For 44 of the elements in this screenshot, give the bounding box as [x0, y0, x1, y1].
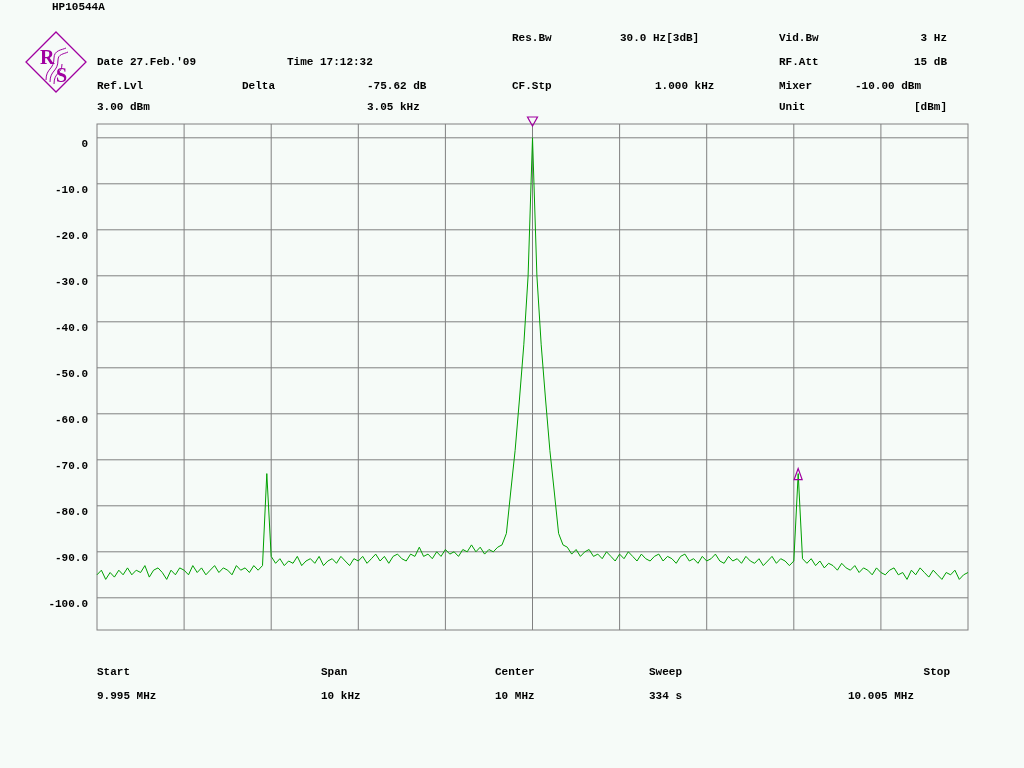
y-axis-label: -100.0	[48, 596, 88, 611]
ref-level-value: 3.00 dBm	[97, 101, 150, 113]
date-text: Date 27.Feb.'09	[97, 56, 197, 68]
footer-value: 334 s	[649, 690, 682, 702]
y-axis-label: -50.0	[55, 366, 88, 381]
delta-marker-icon	[793, 466, 803, 481]
rf-att-label: RF.Att	[779, 56, 819, 68]
y-axis-label: -30.0	[55, 274, 88, 289]
footer-label: Stop	[923, 666, 950, 678]
y-axis-label: -10.0	[55, 182, 88, 197]
delta-level: -75.62 dB	[367, 80, 427, 92]
unit-label: Unit	[779, 101, 806, 113]
y-axis-label: -60.0	[55, 412, 88, 427]
footer-label: Start	[97, 666, 130, 678]
device-id: HP10544A	[52, 1, 105, 13]
delta-frequency: 3.05 kHz	[367, 101, 420, 113]
footer-label: Sweep	[649, 666, 682, 678]
y-axis-label: -80.0	[55, 504, 88, 519]
cf-step-label: CF.Stp	[512, 80, 552, 92]
vid-bw-label: Vid.Bw	[779, 32, 819, 44]
cf-step-value: 1.000 kHz	[655, 80, 715, 92]
footer-label: Center	[495, 666, 535, 678]
footer-value: 10 kHz	[321, 690, 361, 702]
footer-value: 10.005 MHz	[848, 690, 914, 702]
delta-label: Delta	[242, 80, 275, 92]
y-axis-label: -40.0	[55, 320, 88, 335]
mixer-value: -10.00 dBm	[855, 80, 921, 92]
footer-value: 9.995 MHz	[97, 690, 157, 702]
y-axis-label: 0	[81, 136, 88, 151]
y-axis-label: -90.0	[55, 550, 88, 565]
rf-att-value: 15 dB	[914, 56, 947, 68]
logo-drawing: R S	[24, 30, 88, 94]
y-axis-label: -70.0	[55, 458, 88, 473]
res-bw-label: Res.Bw	[512, 32, 552, 44]
res-bw-value: 30.0 Hz[3dB]	[620, 32, 700, 44]
unit-value: [dBm]	[914, 101, 947, 113]
marker-icon	[526, 116, 539, 128]
y-axis-label: -20.0	[55, 228, 88, 243]
footer-value: 10 MHz	[495, 690, 535, 702]
time-text: Time 17:12:32	[287, 56, 373, 68]
ref-level-label: Ref.Lvl	[97, 80, 144, 92]
vid-bw-value: 3 Hz	[920, 32, 947, 44]
footer-label: Span	[321, 666, 348, 678]
mixer-label: Mixer	[779, 80, 812, 92]
